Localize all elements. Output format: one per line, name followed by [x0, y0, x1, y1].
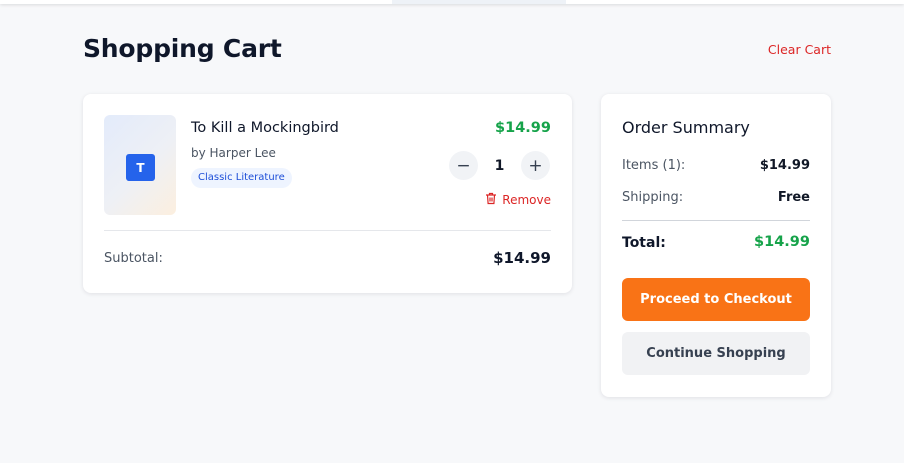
book-initial-badge: T: [126, 154, 155, 181]
continue-shopping-button[interactable]: Continue Shopping: [622, 332, 810, 375]
trash-icon: [485, 192, 497, 208]
book-thumbnail[interactable]: T: [104, 115, 176, 215]
item-title[interactable]: To Kill a Mockingbird: [191, 120, 339, 136]
minus-icon: −: [456, 155, 471, 176]
total-value: $14.99: [754, 234, 810, 250]
page-title: Shopping Cart: [83, 34, 282, 63]
cart-items-card: T To Kill a Mockingbird by Harper Lee Cl…: [83, 94, 572, 293]
subtotal-label: Subtotal:: [104, 251, 163, 266]
decrease-quantity-button[interactable]: −: [449, 151, 478, 180]
top-nav-tabs: [392, 0, 566, 4]
remove-label: Remove: [502, 193, 551, 207]
remove-item-button[interactable]: Remove: [485, 192, 551, 208]
subtotal-value: $14.99: [493, 249, 551, 267]
shipping-value: Free: [777, 190, 810, 205]
clear-cart-button[interactable]: Clear Cart: [768, 42, 831, 57]
item-price: $14.99: [495, 120, 551, 136]
summary-divider: [622, 220, 810, 221]
shipping-label: Shipping:: [622, 190, 684, 205]
item-category-badge: Classic Literature: [191, 168, 292, 188]
proceed-to-checkout-button[interactable]: Proceed to Checkout: [622, 278, 810, 321]
increase-quantity-button[interactable]: +: [521, 151, 550, 180]
total-label: Total:: [622, 235, 666, 251]
order-summary-card: Order Summary Items (1): $14.99 Shipping…: [601, 94, 831, 397]
item-author: by Harper Lee: [191, 146, 276, 160]
plus-icon: +: [528, 155, 543, 176]
cart-divider: [104, 230, 551, 231]
items-total-value: $14.99: [759, 158, 810, 173]
quantity-value: 1: [494, 157, 505, 174]
items-count-label: Items (1):: [622, 158, 686, 173]
order-summary-title: Order Summary: [622, 118, 750, 137]
top-nav-bar: [0, 0, 904, 4]
